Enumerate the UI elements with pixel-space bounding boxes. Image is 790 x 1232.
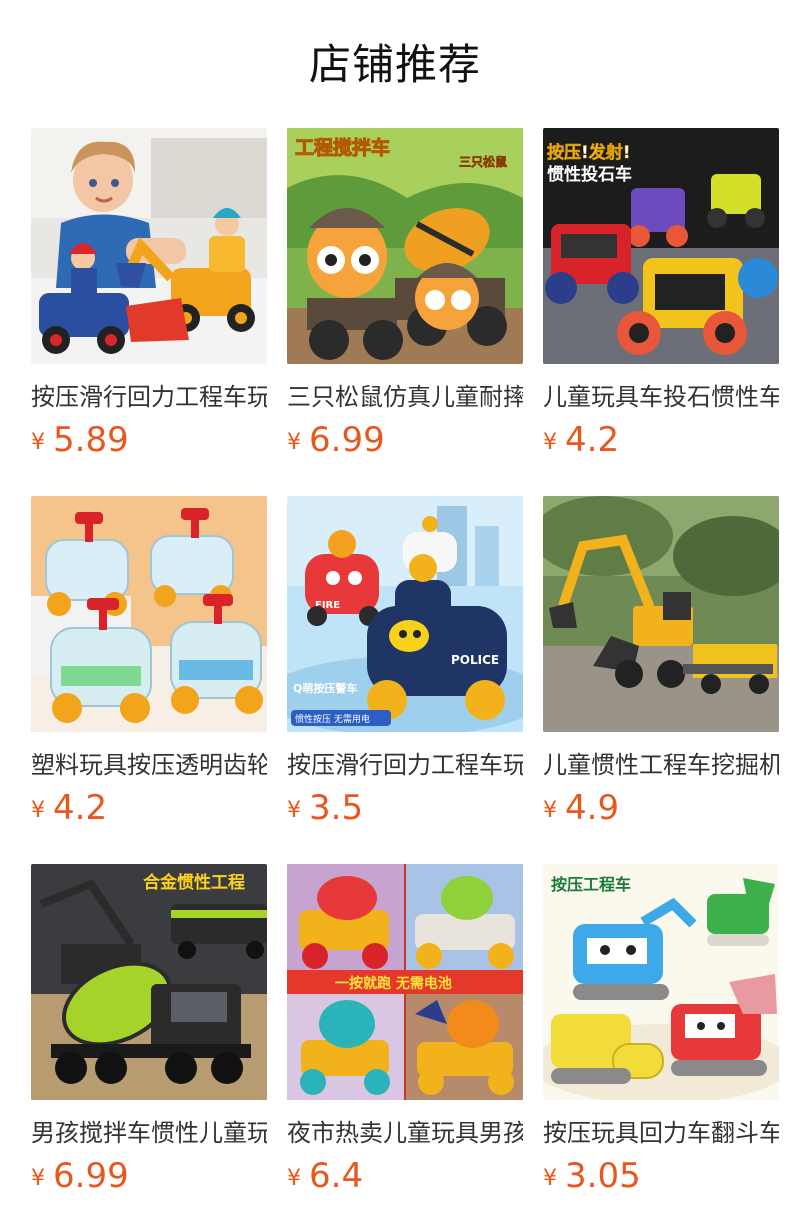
toy-alloy-mixer-image: 合金惯性工程 <box>31 864 267 1100</box>
product-image-3[interactable]: 按压!发射! 惯性投石车 <box>543 128 779 364</box>
product-info-6[interactable]: 儿童惯性工程车挖掘机 ¥4.9 <box>543 732 779 864</box>
toy-transparent-gear-car-image <box>31 496 267 732</box>
brand-logo-text: 三只松鼠 <box>459 154 507 169</box>
image-banner-subtext: 惯性投石车 <box>547 164 632 185</box>
price-value: 4.9 <box>565 788 620 828</box>
toy-mixer-truck-image: 工程搅拌车 三只松鼠 <box>287 128 523 364</box>
product-info-5[interactable]: 按压滑行回力工程车玩具 ¥3.5 <box>287 732 523 864</box>
police-car-label: POLICE <box>451 653 499 667</box>
product-name[interactable]: 夜市热卖儿童玩具男孩 <box>287 1116 523 1150</box>
product-image-1[interactable] <box>31 128 267 364</box>
product-name[interactable]: 塑料玩具按压透明齿轮车 <box>31 748 267 782</box>
price-value: 6.4 <box>309 1156 364 1196</box>
currency-symbol: ¥ <box>287 430 301 455</box>
image-banner-text: 工程搅拌车 <box>295 136 390 159</box>
price-value: 5.89 <box>53 420 129 460</box>
section-title: 店铺推荐 <box>308 40 481 89</box>
product-grid: 工程搅拌车 三只松鼠 按压!发射! 惯性投石车 按压滑行回力工程车玩 ¥ 5.8… <box>31 128 779 1232</box>
product-image-9[interactable]: 按压工程车 <box>543 864 779 1100</box>
currency-symbol: ¥ <box>287 798 301 823</box>
toy-dinosaur-cars-image: 一按就跑 无需电池 <box>287 864 523 1100</box>
price-value: 6.99 <box>309 420 385 460</box>
product-price: ¥6.99 <box>31 1154 129 1198</box>
toy-catapult-car-image: 按压!发射! 惯性投石车 <box>543 128 779 364</box>
image-banner-text: 合金惯性工程 <box>143 872 245 893</box>
product-name[interactable]: 男孩搅拌车惯性儿童玩具 <box>31 1116 267 1150</box>
toy-excavator-truck-image <box>543 496 779 732</box>
product-image-4[interactable] <box>31 496 267 732</box>
product-info-1[interactable]: 按压滑行回力工程车玩具 ¥5.89 <box>31 364 267 496</box>
product-image-7[interactable]: 合金惯性工程 <box>31 864 267 1100</box>
product-price: ¥3.5 <box>287 786 363 830</box>
product-info-8[interactable]: 夜市热卖儿童玩具男孩 ¥6.4 <box>287 1100 523 1232</box>
product-price: ¥6.4 <box>287 1154 363 1198</box>
product-price: ¥5.89 <box>31 418 129 462</box>
product-info-2[interactable]: 三只松鼠仿真儿童耐摔搅拌车 ¥6.99 <box>287 364 523 496</box>
product-price: ¥4.2 <box>543 418 619 462</box>
currency-symbol: ¥ <box>543 430 557 455</box>
product-name[interactable]: 按压滑行回力工程车玩具 <box>31 380 267 414</box>
product-image-2[interactable]: 工程搅拌车 三只松鼠 <box>287 128 523 364</box>
product-price: ¥4.2 <box>31 786 107 830</box>
product-name[interactable]: 儿童玩具车投石惯性车 <box>543 380 779 414</box>
product-image-5[interactable]: FIRE POLICE Q萌按压警车 惯性按压 无需用电 <box>287 496 523 732</box>
price-value: 6.99 <box>53 1156 129 1196</box>
price-value: 4.2 <box>565 420 620 460</box>
price-value: 3.5 <box>309 788 364 828</box>
currency-symbol: ¥ <box>543 798 557 823</box>
product-info-3[interactable]: 儿童玩具车投石惯性车 ¥4.2 <box>543 364 779 496</box>
image-banner-text: 一按就跑 无需电池 <box>335 975 452 992</box>
image-banner-subtext: 惯性按压 无需用电 <box>295 713 370 725</box>
currency-symbol: ¥ <box>31 798 45 823</box>
image-banner-text: 按压!发射! <box>547 142 631 163</box>
image-banner-text: Q萌按压警车 <box>293 681 357 695</box>
currency-symbol: ¥ <box>31 430 45 455</box>
product-price: ¥4.9 <box>543 786 619 830</box>
product-image-8[interactable]: 一按就跑 无需电池 <box>287 864 523 1100</box>
product-info-4[interactable]: 塑料玩具按压透明齿轮车 ¥4.2 <box>31 732 267 864</box>
product-name[interactable]: 三只松鼠仿真儿童耐摔搅拌车 <box>287 380 523 414</box>
product-info-9[interactable]: 按压玩具回力车翻斗车 ¥3.05 <box>543 1100 779 1232</box>
product-info-7[interactable]: 男孩搅拌车惯性儿童玩具 ¥6.99 <box>31 1100 267 1232</box>
product-price: ¥3.05 <box>543 1154 641 1198</box>
product-name[interactable]: 儿童惯性工程车挖掘机 <box>543 748 779 782</box>
currency-symbol: ¥ <box>31 1166 45 1191</box>
currency-symbol: ¥ <box>543 1166 557 1191</box>
product-name[interactable]: 按压玩具回力车翻斗车 <box>543 1116 779 1150</box>
toy-press-construction-image: 按压工程车 <box>543 864 779 1100</box>
toy-police-car-image: FIRE POLICE Q萌按压警车 惯性按压 无需用电 <box>287 496 523 732</box>
toy-excavator-with-child-image <box>31 128 267 364</box>
currency-symbol: ¥ <box>287 1166 301 1191</box>
product-image-6[interactable] <box>543 496 779 732</box>
price-value: 4.2 <box>53 788 108 828</box>
product-name[interactable]: 按压滑行回力工程车玩具 <box>287 748 523 782</box>
product-price: ¥6.99 <box>287 418 385 462</box>
price-value: 3.05 <box>565 1156 641 1196</box>
image-banner-text: 按压工程车 <box>551 875 631 894</box>
